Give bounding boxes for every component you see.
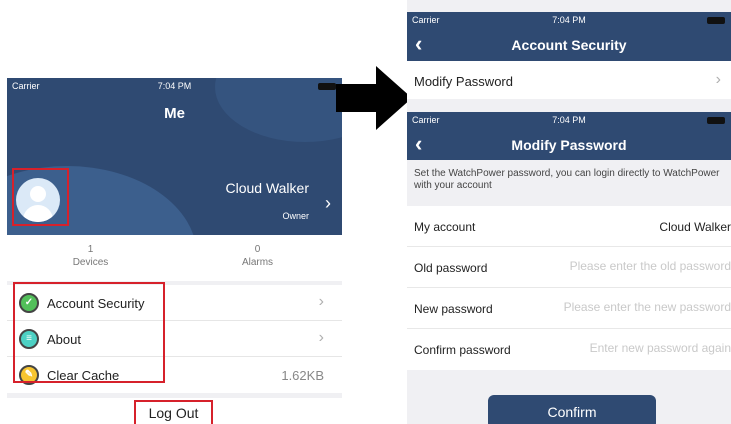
battery-icon — [318, 83, 336, 90]
my-account-label: My account — [414, 220, 476, 234]
modify-password-nav: Carrier 7:04 PM ‹ Modify Password — [407, 112, 731, 160]
user-name[interactable]: Cloud Walker — [225, 180, 309, 196]
password-form: My account Cloud Walker Old password New… — [407, 206, 731, 370]
status-time: 7:04 PM — [157, 81, 192, 91]
status-bar: Carrier 7:04 PM — [407, 112, 731, 127]
confirm-password-row: Confirm password — [407, 329, 731, 370]
battery-icon — [707, 17, 725, 24]
confirm-password-input[interactable] — [531, 341, 731, 355]
status-time: 7:04 PM — [552, 15, 586, 25]
chevron-right-icon[interactable]: › — [325, 194, 331, 212]
stat-devices[interactable]: 1 Devices — [7, 243, 174, 269]
old-password-label: Old password — [414, 261, 488, 275]
confirm-password-label: Confirm password — [414, 343, 511, 357]
nav-title: Modify Password — [511, 137, 627, 153]
old-password-row: Old password — [407, 247, 731, 288]
modify-password-label: Modify Password — [414, 74, 513, 89]
chevron-right-icon: › — [318, 329, 324, 346]
menu-highlight-box — [13, 282, 165, 383]
page-title: Me — [164, 105, 185, 122]
new-password-input[interactable] — [531, 300, 731, 314]
user-role: Owner — [282, 211, 309, 221]
old-password-input[interactable] — [531, 259, 731, 273]
stats-bar: 1 Devices 0 Alarms — [7, 235, 342, 281]
new-password-row: New password — [407, 288, 731, 329]
modify-password-row[interactable]: Modify Password › — [407, 61, 731, 99]
cache-size: 1.62KB — [281, 368, 324, 383]
me-screen: Carrier 7:04 PM Me Cloud Walker Owner › … — [7, 78, 342, 424]
account-security-screen: Carrier 7:04 PM ‹ Account Security Modif… — [407, 0, 731, 424]
nav-title: Account Security — [511, 37, 627, 53]
account-security-nav: Carrier 7:04 PM ‹ Account Security — [407, 12, 731, 61]
status-bar: Carrier 7:04 PM — [7, 78, 342, 93]
chevron-right-icon: › — [715, 71, 721, 88]
battery-icon — [707, 117, 725, 124]
logout-row: Log Out — [7, 398, 342, 424]
chevron-right-icon: › — [318, 293, 324, 310]
new-password-label: New password — [414, 302, 493, 316]
me-header: Carrier 7:04 PM Me Cloud Walker Owner › — [7, 78, 342, 235]
my-account-row: My account Cloud Walker — [407, 206, 731, 247]
logout-button[interactable]: Log Out — [134, 400, 213, 424]
arrow-right-icon — [336, 66, 412, 130]
confirm-button[interactable]: Confirm — [488, 395, 656, 424]
password-note: Set the WatchPower password, you can log… — [414, 168, 720, 191]
avatar-highlight-box — [12, 168, 69, 226]
devices-label: Devices — [72, 257, 109, 268]
status-bar: Carrier 7:04 PM — [407, 12, 731, 27]
alarms-count: 0 — [254, 244, 261, 255]
stat-alarms[interactable]: 0 Alarms — [174, 243, 341, 269]
my-account-value: Cloud Walker — [659, 220, 731, 234]
devices-count: 1 — [87, 244, 94, 255]
status-time: 7:04 PM — [552, 115, 586, 125]
alarms-label: Alarms — [241, 257, 274, 268]
